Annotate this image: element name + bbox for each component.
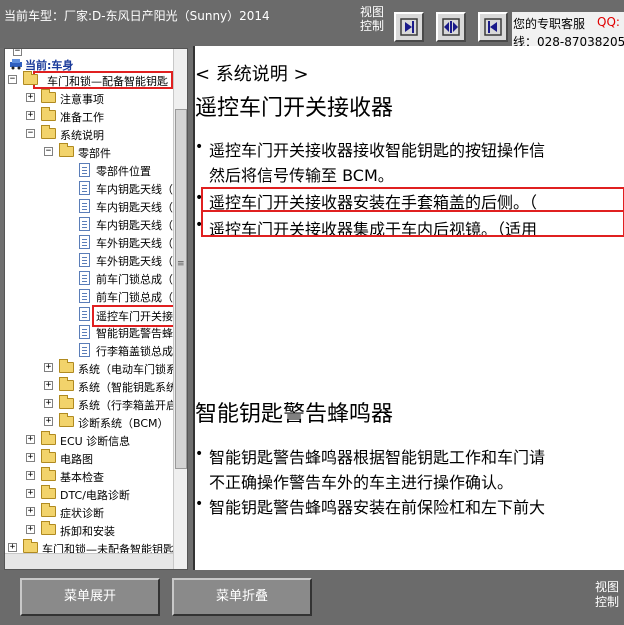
customer-service-box: 您的专职客服 QQ: 线：028-87038205: [512, 12, 624, 48]
heading-remote-receiver: 遥控车门开关接收器: [195, 96, 394, 121]
folder-icon: [41, 467, 56, 481]
document-icon: [79, 181, 90, 195]
folder-icon: [23, 539, 38, 553]
bullet: •: [195, 139, 204, 155]
folder-icon: [59, 377, 74, 391]
tree-vertical-scrollbar[interactable]: ≡: [173, 49, 187, 569]
tree-item-doors-with-smart-key[interactable]: 车门和锁—配备智能钥匙: [33, 71, 173, 89]
content-panel: < 系统说明 > 遥控车门开关接收器 • 遥控车门开关接收器接收智能钥匙的按钮操…: [193, 46, 624, 570]
bullet: •: [195, 496, 204, 512]
tree-panel: − 当前:车身 车门和锁—配备智能钥匙 − + 注意事项 + 准备工作 − 系统…: [4, 48, 188, 570]
menu-collapse-button[interactable]: 菜单折叠: [172, 578, 312, 616]
paragraph-line: 遥控车门开关接收器接收智能钥匙的按钮操作信: [209, 141, 546, 160]
paragraph-line: 然后将信号传输至 BCM。: [209, 166, 394, 185]
expand-icon[interactable]: +: [26, 93, 35, 102]
expand-icon[interactable]: +: [44, 381, 53, 390]
section-title: < 系统说明 >: [195, 64, 309, 85]
folder-icon: [59, 359, 74, 373]
paragraph-line: 不正确操作警告车外的车主进行操作确认。: [209, 473, 514, 492]
expand-icon[interactable]: +: [26, 525, 35, 534]
highlight-divider: [201, 210, 624, 212]
service-label: 您的专职客服: [513, 17, 586, 31]
document-icon: [79, 271, 90, 285]
document-icon: [79, 289, 90, 303]
bullet: •: [195, 446, 204, 462]
folder-icon: [59, 395, 74, 409]
document-icon: [79, 163, 90, 177]
service-qq[interactable]: QQ:: [597, 15, 620, 29]
paragraph-line: 智能钥匙警告蜂鸣器根据智能钥匙工作和车门请: [209, 448, 546, 467]
split-arrows-icon: [442, 18, 460, 36]
paragraph-line: 智能钥匙警告蜂鸣器安装在前保险杠和左下前大: [209, 498, 546, 517]
document-icon: [79, 235, 90, 249]
folder-icon: [59, 413, 74, 427]
expand-icon[interactable]: +: [26, 435, 35, 444]
expand-icon[interactable]: +: [8, 543, 17, 552]
folder-icon: [41, 521, 56, 535]
folder-open-icon: [59, 143, 74, 157]
expand-icon[interactable]: +: [26, 471, 35, 480]
arrow-right-bar-icon: [400, 18, 418, 36]
heading-smart-key-buzzer: 智能钥匙警告蜂鸣器: [195, 402, 394, 427]
menu-expand-button[interactable]: 菜单展开: [20, 578, 160, 616]
expand-icon[interactable]: +: [44, 399, 53, 408]
arrow-left-bar-icon: [484, 18, 502, 36]
view-control-label: 视图控制: [594, 580, 619, 609]
collapse-icon[interactable]: −: [8, 75, 17, 84]
tree-horizontal-scrollbar[interactable]: [5, 553, 173, 569]
expand-icon[interactable]: +: [26, 453, 35, 462]
folder-icon: [41, 485, 56, 499]
expand-icon[interactable]: +: [26, 489, 35, 498]
folder-icon: [41, 89, 56, 103]
collapse-icon[interactable]: −: [26, 129, 35, 138]
car-icon: [10, 59, 22, 70]
nav-right-button[interactable]: [394, 12, 424, 42]
folder-icon: [41, 449, 56, 463]
document-icon: [79, 253, 90, 267]
nav-left-button[interactable]: [478, 12, 508, 42]
folder-icon: [41, 107, 56, 121]
top-bar: 当前车型：厂家:D-东风日产阳光（Sunny）2014 视图控制 您的专职客服 …: [0, 0, 624, 48]
bottom-bar: 菜单展开 菜单折叠 视图控制: [0, 570, 624, 625]
view-control-label: 视图控制: [359, 5, 384, 33]
grip-icon: ≡: [177, 259, 185, 269]
document-icon: [79, 199, 90, 213]
document-icon: [79, 307, 90, 321]
expand-icon[interactable]: +: [26, 111, 35, 120]
folder-open-icon: [41, 125, 56, 139]
folder-icon: [41, 503, 56, 517]
expand-icon[interactable]: +: [26, 507, 35, 516]
expand-icon[interactable]: +: [44, 363, 53, 372]
expand-icon[interactable]: +: [44, 417, 53, 426]
nav-split-button[interactable]: [436, 12, 466, 42]
scrollbar-thumb[interactable]: [175, 109, 187, 469]
car-model-label: 当前车型：厂家:D-东风日产阳光（Sunny）2014: [4, 9, 270, 23]
folder-open-icon: [23, 71, 38, 85]
highlight-box: [201, 187, 624, 237]
document-icon: [79, 325, 90, 339]
collapse-icon[interactable]: −: [44, 147, 53, 156]
folder-icon: [41, 431, 56, 445]
document-icon: [79, 217, 90, 231]
document-icon: [79, 343, 90, 357]
